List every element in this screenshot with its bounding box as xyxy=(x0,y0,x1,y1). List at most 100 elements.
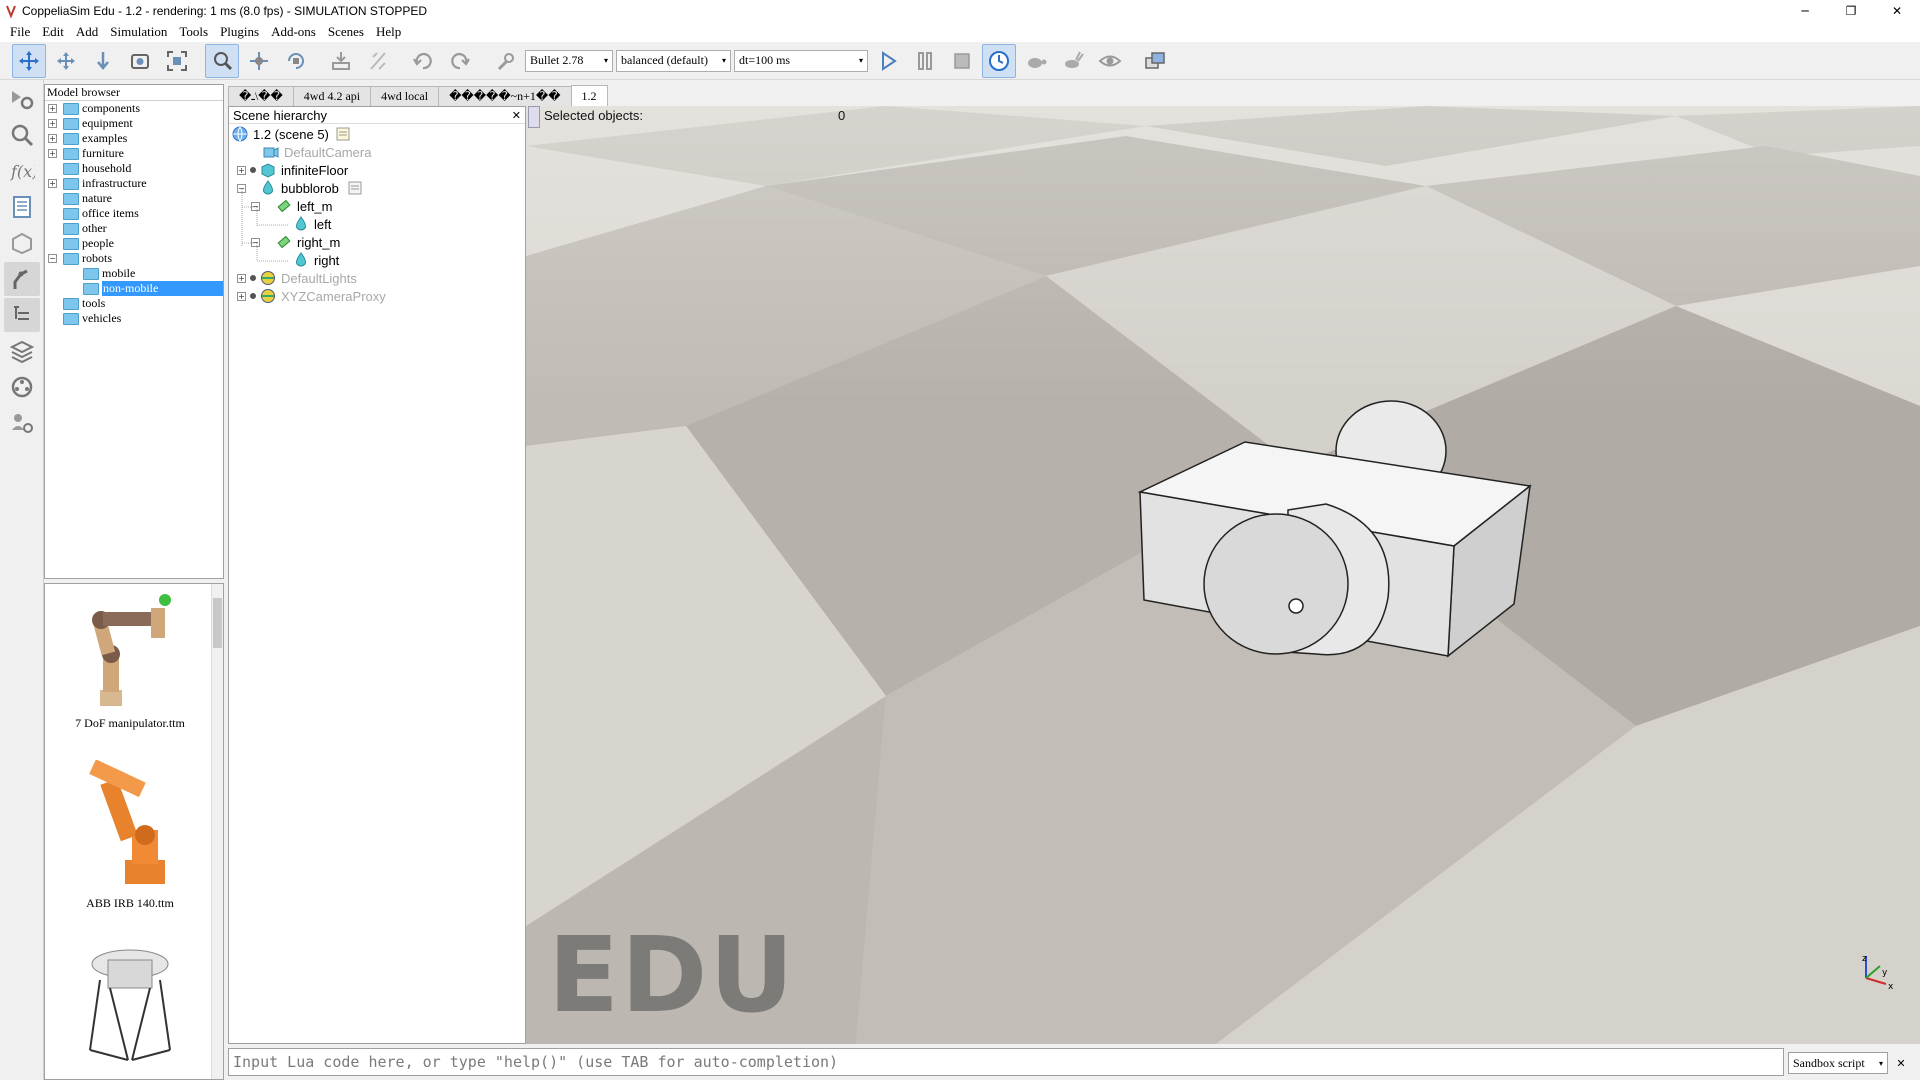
tree-folder-people[interactable]: people xyxy=(45,236,223,251)
dynamics-settings-button[interactable] xyxy=(488,44,522,78)
scene-browser-button[interactable] xyxy=(1138,44,1172,78)
menu-tools[interactable]: Tools xyxy=(173,24,214,40)
expand-toggle[interactable]: + xyxy=(237,291,246,301)
tree-folder-nature[interactable]: nature xyxy=(45,191,223,206)
scene-tab-active[interactable]: 1.2 xyxy=(570,85,608,106)
model-browser-toggle-button[interactable] xyxy=(4,262,40,296)
collapse-toggle[interactable]: − xyxy=(237,183,246,193)
tree-folder-office-items[interactable]: office items xyxy=(45,206,223,221)
scene-tab[interactable]: 4wd 4.2 api xyxy=(292,86,372,106)
scene-tab[interactable]: 4wd local xyxy=(370,86,440,106)
expand-toggle[interactable]: + xyxy=(48,104,57,113)
video-recorder-button[interactable] xyxy=(4,370,40,404)
transfer-dna-button[interactable] xyxy=(361,44,395,78)
menu-plugins[interactable]: Plugins xyxy=(214,24,265,40)
tree-folder-mobile[interactable]: mobile xyxy=(45,266,223,281)
collapse-toggle[interactable]: − xyxy=(251,201,260,211)
menu-help[interactable]: Help xyxy=(370,24,407,40)
hierarchy-item-xyzcameraproxy[interactable]: + XYZCameraProxy xyxy=(237,287,386,305)
lua-command-input[interactable]: Input Lua code here, or type "help()" (u… xyxy=(228,1048,1784,1076)
simulation-settings-button[interactable] xyxy=(4,82,40,116)
tree-folder-equipment[interactable]: + equipment xyxy=(45,116,223,131)
camera-pan-button[interactable] xyxy=(12,43,46,78)
speed-up-button[interactable] xyxy=(1056,44,1090,78)
tree-folder-non-mobile[interactable]: non-mobile xyxy=(45,281,223,296)
shape-edit-button[interactable] xyxy=(4,226,40,260)
scene-hierarchy-toggle-button[interactable] xyxy=(4,298,40,332)
redo-button[interactable] xyxy=(443,44,477,78)
expand-toggle[interactable]: + xyxy=(237,165,246,175)
hierarchy-item-right-m[interactable]: − right_m xyxy=(251,233,340,251)
start-simulation-button[interactable] xyxy=(871,44,905,78)
camera-rotate-button[interactable] xyxy=(49,44,83,78)
scene-viewport[interactable]: Selected objects: 0 EDU z y x xyxy=(526,106,1920,1044)
timestep-select[interactable]: dt=100 ms ▾ xyxy=(734,49,868,72)
menu-edit[interactable]: Edit xyxy=(36,24,70,40)
hierarchy-item-defaultlights[interactable]: + DefaultLights xyxy=(237,269,357,287)
menu-scenes[interactable]: Scenes xyxy=(322,24,370,40)
collapse-toggle[interactable]: − xyxy=(251,237,260,247)
hierarchy-scene-root[interactable]: 1.2 (scene 5) xyxy=(232,125,356,143)
tree-folder-components[interactable]: + components xyxy=(45,101,223,116)
visualization-toggle-button[interactable] xyxy=(1093,44,1127,78)
user-settings-button[interactable] xyxy=(4,406,40,440)
expand-toggle[interactable]: + xyxy=(48,149,57,158)
layers-button[interactable] xyxy=(4,334,40,368)
hierarchy-item-left[interactable]: left xyxy=(293,215,331,233)
menu-simulation[interactable]: Simulation xyxy=(104,24,173,40)
stop-simulation-button[interactable] xyxy=(945,44,979,78)
object-shift-button[interactable] xyxy=(242,44,276,78)
expand-toggle[interactable]: + xyxy=(48,119,57,128)
expand-toggle[interactable]: + xyxy=(237,273,246,283)
camera-angle-button[interactable] xyxy=(123,44,157,78)
expand-toggle[interactable]: + xyxy=(48,134,57,143)
close-hierarchy-button[interactable]: ✕ xyxy=(512,109,521,122)
thumbnails-scrollbar[interactable] xyxy=(211,584,223,1079)
hierarchy-item-infinitefloor[interactable]: + infiniteFloor xyxy=(237,161,348,179)
script-context-select[interactable]: Sandbox script ▾ xyxy=(1788,1052,1888,1074)
restore-button[interactable]: ❐ xyxy=(1828,0,1874,22)
model-thumbnail[interactable] xyxy=(55,940,205,1079)
tree-folder-household[interactable]: household xyxy=(45,161,223,176)
hierarchy-item-defaultcamera[interactable]: DefaultCamera xyxy=(263,143,371,161)
script-icon[interactable] xyxy=(335,126,351,142)
camera-shift-button[interactable] xyxy=(86,44,120,78)
physics-engine-select[interactable]: Bullet 2.78 ▾ xyxy=(525,49,613,72)
object-select-button[interactable] xyxy=(205,43,239,78)
hierarchy-item-bubblorob[interactable]: − bubblorob xyxy=(237,179,368,197)
accuracy-select[interactable]: balanced (default) ▾ xyxy=(616,49,731,72)
tree-folder-vehicles[interactable]: vehicles xyxy=(45,311,223,326)
script-icon[interactable] xyxy=(347,180,363,196)
hierarchy-item-left-m[interactable]: − left_m xyxy=(251,197,332,215)
tree-folder-infrastructure[interactable]: + infrastructure xyxy=(45,176,223,191)
expand-toggle[interactable]: + xyxy=(48,179,57,188)
undo-button[interactable] xyxy=(406,44,440,78)
minimize-button[interactable]: ─ xyxy=(1782,0,1828,22)
close-command-line-button[interactable]: ✕ xyxy=(1892,1054,1910,1072)
tree-folder-robots[interactable]: − robots xyxy=(45,251,223,266)
object-rotate-button[interactable] xyxy=(279,44,313,78)
zoom-button[interactable] xyxy=(4,118,40,152)
menu-file[interactable]: File xyxy=(4,24,36,40)
model-thumbnail[interactable]: 7 DoF manipulator.ttm xyxy=(55,590,205,731)
pause-simulation-button[interactable] xyxy=(908,44,942,78)
scripts-button[interactable] xyxy=(4,190,40,224)
fit-to-view-button[interactable] xyxy=(160,44,194,78)
close-window-button[interactable]: ✕ xyxy=(1874,0,1920,22)
viewport-corner-handle[interactable] xyxy=(528,106,540,128)
collapse-toggle[interactable]: − xyxy=(48,254,57,263)
hierarchy-item-right[interactable]: right xyxy=(293,251,339,269)
script-functions-button[interactable]: f(x) xyxy=(4,154,40,188)
assemble-button[interactable] xyxy=(324,44,358,78)
scene-tab[interactable]: �ـ\�� xyxy=(228,86,294,106)
scrollbar-thumb[interactable] xyxy=(213,598,222,648)
realtime-mode-button[interactable] xyxy=(982,43,1016,78)
slow-down-button[interactable] xyxy=(1019,44,1053,78)
menu-add[interactable]: Add xyxy=(70,24,104,40)
model-thumbnail[interactable]: ABB IRB 140.ttm xyxy=(55,759,205,911)
tree-folder-tools[interactable]: tools xyxy=(45,296,223,311)
tree-folder-furniture[interactable]: + furniture xyxy=(45,146,223,161)
menu-addons[interactable]: Add-ons xyxy=(265,24,322,40)
tree-folder-examples[interactable]: + examples xyxy=(45,131,223,146)
tree-folder-other[interactable]: other xyxy=(45,221,223,236)
